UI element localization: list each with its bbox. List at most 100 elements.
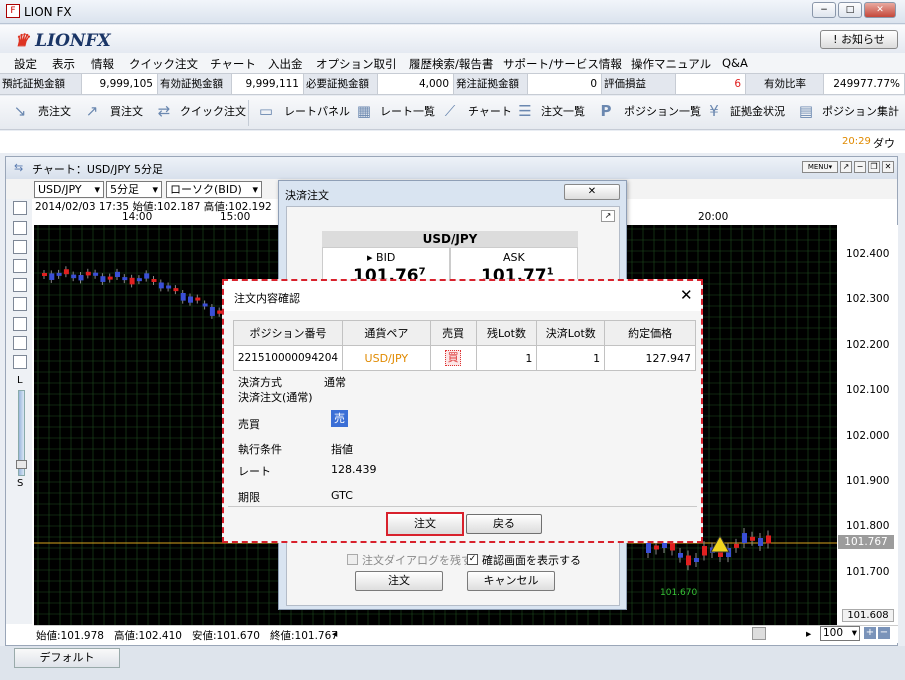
trendline-tool-icon[interactable] <box>13 240 27 254</box>
scroll-right-icon[interactable]: ▸ <box>806 628 811 640</box>
interval-select-value: 5分足 <box>110 183 139 196</box>
deposit-label: 預託証拠金額 <box>0 74 82 94</box>
settlement-cancel-button[interactable]: キャンセル <box>467 571 555 591</box>
row-price: 127.947 <box>604 345 696 371</box>
sell-order-button[interactable]: 売注文 <box>38 103 71 119</box>
lion-icon: ♛ <box>14 31 30 51</box>
valuation-pl-label: 評価損益 <box>602 74 676 94</box>
confirm-close-icon[interactable]: ✕ <box>680 286 693 304</box>
zoom-select[interactable]: 100 ▾ <box>820 626 860 641</box>
confirm-titlebar: 注文内容確認 ✕ <box>224 281 701 311</box>
chart-pin-button[interactable]: ↗ <box>840 161 852 173</box>
window-tool-icon[interactable] <box>13 297 27 311</box>
menu-options[interactable]: オプション取引 <box>316 56 397 72</box>
chart-type-select[interactable]: ローソク(BID) ▾ <box>166 181 262 198</box>
bid-label: ▸ BID <box>367 251 396 264</box>
y-tick: 101.900 <box>846 475 890 487</box>
settlement-order-button[interactable]: 注文 <box>355 571 443 591</box>
pencil-tool-icon[interactable] <box>13 221 27 235</box>
maximize-button[interactable]: □ <box>838 2 862 18</box>
settlement-close-button[interactable]: ✕ <box>564 184 620 200</box>
position-list-button[interactable]: ポジション一覧 <box>624 103 701 119</box>
show-confirm-checkbox[interactable]: ✓ <box>467 554 478 565</box>
margin-status-button[interactable]: 証拠金状況 <box>730 103 785 119</box>
candle <box>115 271 120 277</box>
candle <box>158 282 164 289</box>
required-margin-value: 4,000 <box>378 74 454 94</box>
chart-menu-label: MENU <box>807 163 829 171</box>
order-list-icon: ☰ <box>518 102 532 120</box>
chart-button[interactable]: チャート <box>468 103 512 119</box>
zoom-out-icon[interactable]: − <box>878 627 890 639</box>
menu-info[interactable]: 情報 <box>91 56 114 72</box>
chevron-down-icon: ▾ <box>152 183 158 196</box>
confirm-order-button[interactable]: 注文 <box>386 512 464 536</box>
chart-title: チャート：USD/JPY 5分足 <box>32 163 163 176</box>
candle <box>71 274 77 279</box>
menu-chart[interactable]: チャート <box>210 56 256 72</box>
col-pair: 通貨ペア <box>341 320 431 346</box>
back-button[interactable]: 戻る <box>466 514 542 534</box>
position-summary-button[interactable]: ポジション集計 <box>822 103 899 119</box>
zoom-in-icon[interactable]: + <box>864 627 876 639</box>
settlement-pin-icon[interactable]: ↗ <box>601 210 615 222</box>
tab-default[interactable]: デフォルト <box>14 648 120 668</box>
order-list-button[interactable]: 注文一覧 <box>541 103 585 119</box>
layout-tool-icon[interactable] <box>13 317 27 331</box>
copy-tool-icon[interactable] <box>13 355 27 369</box>
window-titlebar: F LION FX − □ ✕ <box>0 0 905 24</box>
margin-yen-icon: ¥ <box>709 102 719 120</box>
account-summary-bar: 預託証拠金額 9,999,105 有効証拠金額 9,999,111 必要証拠金額… <box>0 73 905 95</box>
chart-menu-button[interactable]: MENU▾ <box>802 161 838 173</box>
keep-dialog-label: 注文ダイアログを残す <box>362 554 472 567</box>
menu-history[interactable]: 履歴検索/報告書 <box>409 56 493 72</box>
y-tick: 101.700 <box>846 566 890 578</box>
rate-label: レート <box>238 465 271 478</box>
menu-qa[interactable]: Q&A <box>722 56 748 70</box>
cursor-tool-icon[interactable] <box>13 201 27 215</box>
notice-button[interactable]: ! お知らせ <box>820 30 898 49</box>
print-tool-icon[interactable] <box>13 336 27 350</box>
menu-support[interactable]: サポート/サービス情報 <box>503 56 622 72</box>
news-time: 20:29 <box>842 136 871 147</box>
buy-order-button[interactable]: 買注文 <box>110 103 143 119</box>
chart-titlebar: ⇆ チャート：USD/JPY 5分足 MENU▾ ↗ − ❐ ✕ <box>6 157 897 179</box>
menu-settings[interactable]: 設定 <box>14 56 37 72</box>
news-text[interactable]: ダウ <box>873 135 895 151</box>
bottom-tab-bar <box>0 646 905 680</box>
menu-view[interactable]: 表示 <box>52 56 75 72</box>
col-side: 売買 <box>429 320 477 346</box>
chart-close-button[interactable]: ✕ <box>882 161 894 173</box>
current-price-tag: 101.767 <box>838 535 894 549</box>
rate-panel-button[interactable]: レートパネル <box>284 103 350 119</box>
ask-panel[interactable]: ASK 101.771 <box>450 247 578 286</box>
keep-dialog-checkbox[interactable] <box>347 554 358 565</box>
indicator-tool-icon[interactable] <box>13 259 27 273</box>
chart-minimize-button[interactable]: − <box>854 161 866 173</box>
scrollbar-thumb[interactable] <box>752 627 766 640</box>
menu-quick-order[interactable]: クイック注文 <box>129 56 198 72</box>
time-label-1400: 14:00 <box>122 211 153 223</box>
bid-panel[interactable]: ▸ BID 101.767 <box>322 247 450 286</box>
numeric-tool-icon[interactable] <box>13 278 27 292</box>
pair-select[interactable]: USD/JPY ▾ <box>34 181 104 198</box>
scroll-left-icon[interactable]: ◂ <box>332 628 337 640</box>
candle <box>654 545 659 550</box>
quick-order-button[interactable]: クイック注文 <box>180 103 246 119</box>
menu-deposit[interactable]: 入出金 <box>268 56 303 72</box>
close-button[interactable]: ✕ <box>864 2 896 18</box>
sell-badge: 売 <box>331 410 348 427</box>
menu-bar: 設定 表示 情報 クイック注文 チャート 入出金 オプション取引 履歴検索/報告… <box>0 53 905 73</box>
candle <box>188 296 193 303</box>
rate-list-button[interactable]: レート一覧 <box>380 103 435 119</box>
minimize-button[interactable]: − <box>812 2 836 18</box>
expiry-value: GTC <box>331 489 353 502</box>
scale-slider-thumb[interactable] <box>16 460 27 469</box>
chart-type-select-value: ローソク(BID) <box>170 183 242 196</box>
chart-restore-button[interactable]: ❐ <box>868 161 880 173</box>
interval-select[interactable]: 5分足 ▾ <box>106 181 162 198</box>
order-confirm-dialog <box>222 279 703 543</box>
toolbar-divider <box>248 100 249 126</box>
menu-manual[interactable]: 操作マニュアル <box>631 56 711 72</box>
confirm-table: ポジション番号 通貨ペア 売買 残Lot数 決済Lot数 約定価格 221510… <box>233 320 696 371</box>
